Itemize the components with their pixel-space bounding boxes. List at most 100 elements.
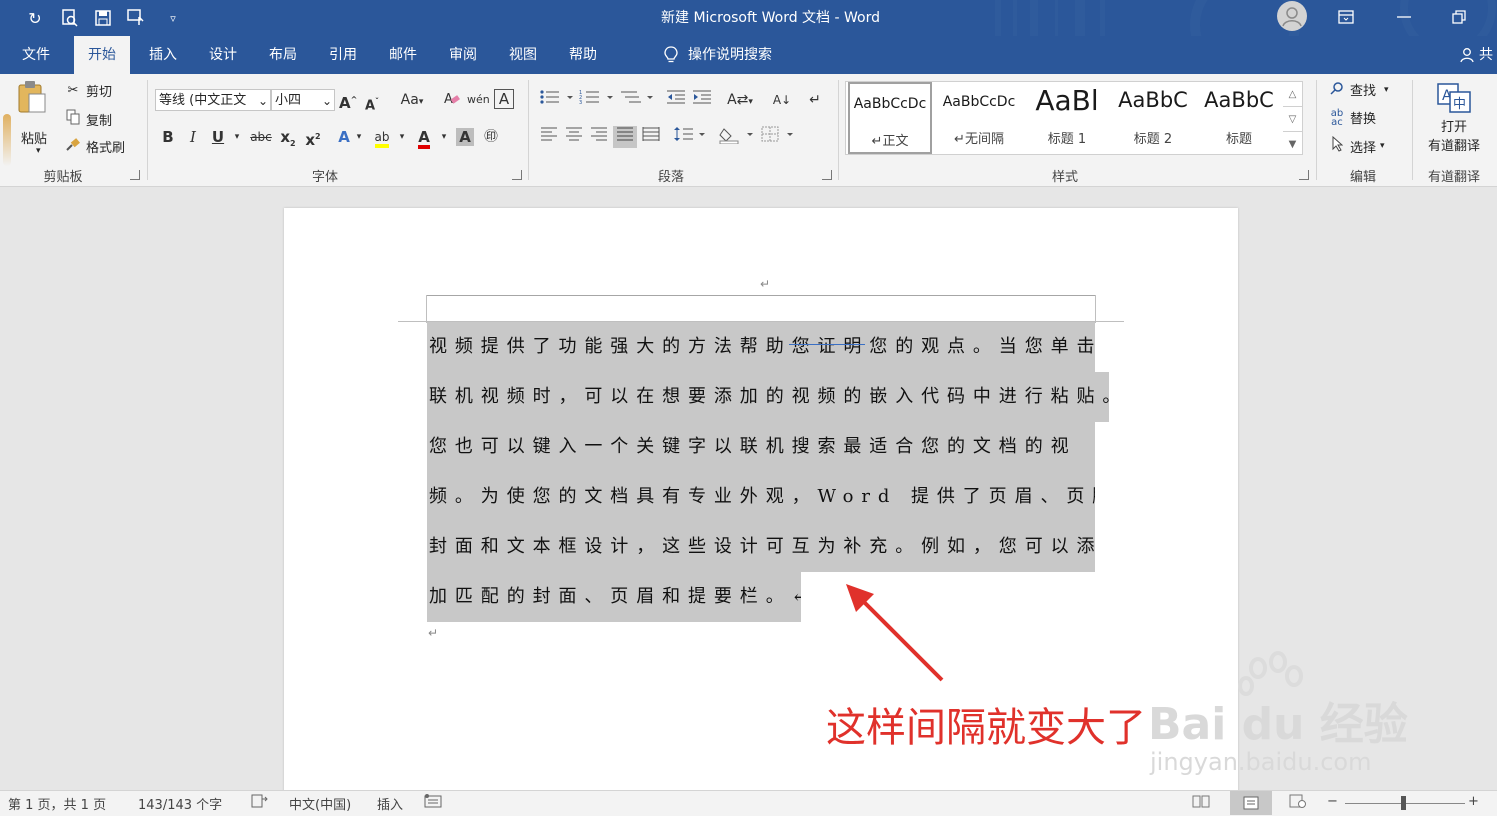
numbering-icon[interactable]: 123 (578, 89, 616, 111)
borders-icon[interactable] (760, 126, 798, 148)
tab-file[interactable]: 文件 (10, 36, 62, 74)
chevron-down-icon[interactable]: ▾ (438, 126, 450, 148)
style-title[interactable]: AaBbC 标题 (1196, 82, 1282, 154)
font-name-select[interactable]: 等线 (中文正文 ⌄ (155, 89, 271, 111)
find-button[interactable]: 查找 ▾ (1328, 80, 1389, 99)
tab-mailings[interactable]: 邮件 (378, 36, 428, 74)
cut-button[interactable]: ✂ 剪切 (64, 81, 112, 100)
page-count[interactable]: 第 1 页，共 1 页 (8, 794, 106, 813)
tab-home[interactable]: 开始 (74, 36, 130, 74)
word-count[interactable]: 143/143 个字 (138, 794, 222, 813)
multilevel-list-icon[interactable] (618, 89, 656, 111)
undo-icon[interactable]: ↻ (22, 6, 48, 30)
gallery-more-icon[interactable]: ▼ (1283, 131, 1302, 156)
chevron-down-icon[interactable]: ▾ (396, 126, 408, 148)
align-left-icon[interactable] (538, 126, 560, 148)
language-indicator[interactable]: 中文(中国) (289, 794, 351, 813)
touch-mode-icon[interactable] (124, 6, 150, 30)
style-no-spacing[interactable]: AaBbCcDc ↵无间隔 (936, 82, 1022, 154)
style-heading-2[interactable]: AaBbC 标题 2 (1110, 82, 1196, 154)
paste-dropdown-icon[interactable]: ▾ (36, 146, 41, 156)
shrink-font-icon[interactable]: Aˇ (363, 91, 381, 113)
restore-icon[interactable] (1443, 4, 1475, 30)
share-button[interactable]: 共 (1460, 36, 1497, 74)
tell-me-search[interactable]: 操作说明搜索 (664, 36, 804, 74)
document-text-line[interactable]: 封面和文本框设计，这些设计可互为补充。例如，您可以添 (427, 522, 1095, 572)
strikethrough-icon[interactable]: abc (249, 126, 273, 148)
tab-review[interactable]: 审阅 (438, 36, 488, 74)
show-formatting-marks-icon[interactable]: ↵ (804, 89, 826, 111)
text-effects-icon[interactable]: A (334, 126, 354, 148)
line-spacing-icon[interactable] (672, 126, 708, 148)
shading-icon[interactable] (718, 126, 756, 148)
style-sample: AaBbC (1118, 88, 1188, 112)
tab-references[interactable]: 引用 (318, 36, 368, 74)
document-text-line[interactable]: 联机视频时，可以在想要添加的视频的嵌入代码中进行粘贴。 (427, 372, 1109, 422)
character-border-icon[interactable]: A (494, 89, 514, 109)
superscript-icon[interactable]: x2 (303, 126, 323, 149)
zoom-out-button[interactable]: − (1327, 794, 1338, 809)
clipboard-launcher-icon[interactable] (130, 170, 140, 180)
sort-icon[interactable]: A↓ (770, 89, 794, 111)
paste-button[interactable]: 粘贴 ▾ (6, 80, 56, 160)
ribbon-display-options-icon[interactable] (1330, 4, 1362, 30)
increase-indent-icon[interactable] (690, 89, 714, 111)
align-right-icon[interactable] (588, 126, 610, 148)
customize-quick-access-icon[interactable]: ▿ (160, 6, 186, 30)
chevron-down-icon[interactable]: ▾ (353, 126, 365, 148)
styles-launcher-icon[interactable] (1299, 170, 1309, 180)
gallery-scroll-up-icon[interactable]: △ (1283, 82, 1302, 106)
zoom-slider-thumb[interactable] (1401, 796, 1406, 810)
grow-font-icon[interactable]: A^ (339, 89, 357, 112)
document-text-line[interactable]: 加匹配的封面、页眉和提要栏。↵ (427, 572, 801, 622)
read-mode-icon[interactable] (1192, 794, 1210, 812)
paragraph-launcher-icon[interactable] (822, 170, 832, 180)
subscript-icon[interactable]: x2 (278, 126, 298, 148)
print-preview-icon[interactable] (57, 6, 83, 30)
tab-design[interactable]: 设计 (198, 36, 248, 74)
chinese-layout-icon[interactable]: A⇄▾ (722, 89, 758, 111)
character-shading-icon[interactable]: A (455, 126, 475, 148)
macro-record-icon[interactable] (424, 794, 442, 812)
open-youdao-translate-button[interactable]: A中 打开 有道翻译 (1418, 82, 1490, 154)
document-text-line[interactable]: 频。为使您的文档具有专业外观，Word 提供了页眉、页脚、 (427, 472, 1095, 522)
style-heading-1[interactable]: AaBl 标题 1 (1024, 82, 1110, 154)
italic-icon[interactable]: I (184, 126, 202, 148)
proofing-icon[interactable] (251, 794, 269, 812)
enclose-characters-icon[interactable]: ㊞ (480, 126, 502, 148)
tab-insert[interactable]: 插入 (138, 36, 188, 74)
underline-icon[interactable]: U (209, 126, 227, 148)
decrease-indent-icon[interactable] (664, 89, 688, 111)
chevron-down-icon[interactable]: ▾ (231, 126, 243, 148)
zoom-in-button[interactable]: + (1468, 794, 1479, 809)
bullets-icon[interactable] (538, 89, 576, 111)
font-color-icon[interactable]: A (413, 126, 435, 149)
tab-layout[interactable]: 布局 (258, 36, 308, 74)
document-text-line[interactable]: 您也可以键入一个关键字以联机搜索最适合您的文档的视 (427, 422, 1095, 472)
font-launcher-icon[interactable] (512, 170, 522, 180)
insert-mode[interactable]: 插入 (377, 794, 403, 813)
distributed-icon[interactable] (640, 126, 662, 148)
change-case-button[interactable]: Aa▾ (395, 89, 429, 111)
replace-button[interactable]: ab ac 替换 (1328, 108, 1376, 127)
select-button[interactable]: 选择 ▾ (1328, 135, 1385, 156)
highlight-color-icon[interactable]: ab (370, 126, 394, 148)
gallery-scroll-down-icon[interactable]: ▽ (1283, 106, 1302, 131)
style-normal[interactable]: AaBbCcDc ↵正文 (848, 82, 932, 154)
print-layout-icon[interactable] (1230, 791, 1272, 815)
copy-button[interactable]: 复制 (64, 109, 112, 129)
bold-icon[interactable]: B (159, 126, 177, 148)
phonetic-guide-icon[interactable]: wén (467, 89, 490, 111)
format-painter-button[interactable]: 格式刷 (64, 137, 125, 156)
tab-view[interactable]: 视图 (498, 36, 548, 74)
justify-icon[interactable] (613, 126, 637, 148)
tab-help[interactable]: 帮助 (558, 36, 608, 74)
document-text-line[interactable]: 视频提供了功能强大的方法帮助您证明您的观点。当您单击 (427, 322, 1095, 372)
user-avatar[interactable] (1277, 1, 1307, 31)
save-icon[interactable] (90, 6, 116, 30)
font-size-select[interactable]: 小四 ⌄ (271, 89, 335, 111)
web-layout-icon[interactable] (1289, 794, 1307, 812)
minimize-icon[interactable] (1388, 4, 1420, 30)
align-center-icon[interactable] (563, 126, 585, 148)
clear-formatting-icon[interactable]: A (442, 89, 462, 111)
